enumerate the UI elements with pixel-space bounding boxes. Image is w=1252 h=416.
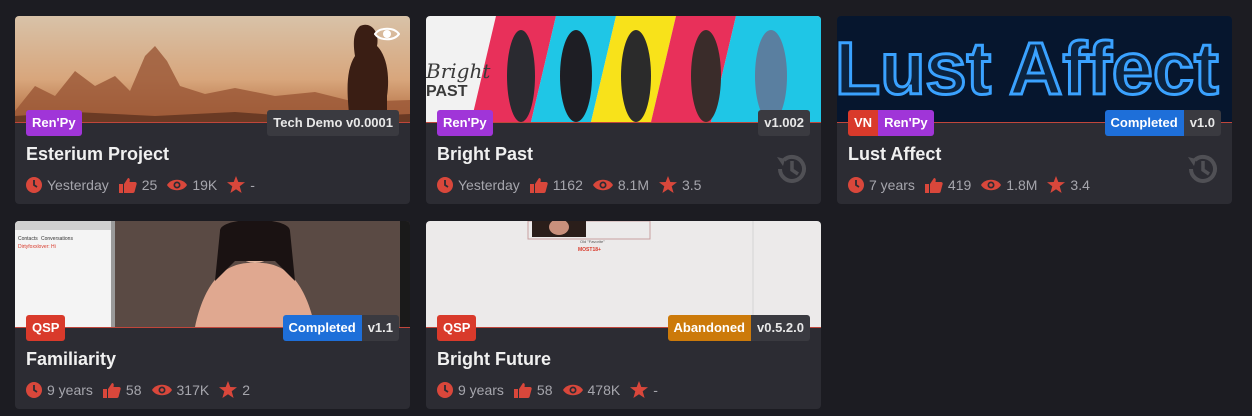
clock-icon bbox=[848, 176, 864, 193]
thumb-link: MOST18+ bbox=[578, 247, 601, 253]
meta-row: 9 years 58 317K 2 bbox=[26, 381, 260, 398]
clock-icon bbox=[437, 176, 453, 193]
rating-value: 3.5 bbox=[681, 176, 702, 193]
game-card[interactable]: Lust Affect VN Ren'Py Completed v1.0 Lust … bbox=[837, 16, 1232, 204]
thumb-tab-conversations: Conversations bbox=[41, 236, 73, 242]
thumb-logo-text: Lust Affect bbox=[837, 27, 1219, 110]
thumb-caption: Old "Favorite" bbox=[580, 239, 605, 244]
game-card[interactable]: Old "Favorite" MOST18+ QSP Abandoned v0.5… bbox=[426, 221, 821, 409]
thumb-chat-line: Dirtyfoxxlover: Hi bbox=[18, 244, 56, 250]
version-badge: v1.0 bbox=[1183, 110, 1221, 136]
eye-icon bbox=[592, 179, 613, 190]
thumbs-up-icon bbox=[529, 177, 548, 193]
eye-icon bbox=[167, 179, 188, 190]
eye-icon bbox=[981, 179, 1002, 190]
views-count: 19K bbox=[192, 176, 218, 193]
rating-value: - bbox=[653, 381, 658, 398]
status-badge: Abandoned bbox=[667, 315, 751, 341]
star-icon bbox=[219, 381, 238, 398]
thumbs-up-icon bbox=[102, 382, 121, 398]
thumbnail[interactable] bbox=[15, 16, 410, 123]
history-icon bbox=[777, 154, 806, 183]
views-count: 1.8M bbox=[1006, 176, 1038, 193]
meta-row: Yesterday 25 19K - bbox=[26, 176, 265, 193]
prefix-badge: VN bbox=[848, 110, 879, 136]
views-count: 317K bbox=[176, 381, 210, 398]
game-title[interactable]: Bright Future bbox=[437, 349, 551, 370]
meta-row: Yesterday 1162 8.1M 3.5 bbox=[437, 176, 711, 193]
thumbs-up-icon bbox=[924, 177, 943, 193]
thumb-subtitle: PAST bbox=[426, 83, 468, 100]
likes-count: 58 bbox=[536, 381, 553, 398]
views-count: 478K bbox=[587, 381, 621, 398]
eye-icon[interactable] bbox=[374, 26, 400, 42]
thumb-tab-contacts: Contacts bbox=[18, 236, 38, 242]
updated-time: 7 years bbox=[869, 176, 915, 193]
eye-icon bbox=[151, 384, 172, 395]
star-icon bbox=[1047, 176, 1066, 193]
engine-badge: QSP bbox=[26, 315, 66, 341]
thumbs-up-icon bbox=[118, 177, 137, 193]
game-title[interactable]: Esterium Project bbox=[26, 144, 169, 165]
version-badge: v1.002 bbox=[758, 110, 810, 136]
thumb-title: Bright bbox=[426, 59, 491, 83]
thumbnail[interactable]: Lust Affect bbox=[837, 16, 1232, 123]
likes-count: 25 bbox=[141, 176, 158, 193]
clock-icon bbox=[26, 381, 42, 398]
version-badge: v0.5.2.0 bbox=[751, 315, 810, 341]
likes-count: 419 bbox=[947, 176, 972, 193]
rating-value: - bbox=[250, 176, 255, 193]
updated-time: 9 years bbox=[458, 381, 504, 398]
clock-icon bbox=[26, 176, 42, 193]
engine-badge: Ren'Py bbox=[437, 110, 493, 136]
updated-time: Yesterday bbox=[458, 176, 520, 193]
game-title[interactable]: Familiarity bbox=[26, 349, 116, 370]
updated-time: Yesterday bbox=[47, 176, 109, 193]
game-card[interactable]: Ren'Py Tech Demo v0.0001 Esterium Projec… bbox=[15, 16, 410, 204]
likes-count: 58 bbox=[125, 381, 142, 398]
thumbs-up-icon bbox=[513, 382, 532, 398]
engine-badge: Ren'Py bbox=[878, 110, 934, 136]
engine-badge: QSP bbox=[437, 315, 477, 341]
engine-badge: Ren'Py bbox=[26, 110, 82, 136]
thumbnail[interactable]: Old "Favorite" MOST18+ bbox=[426, 221, 821, 328]
updated-time: 9 years bbox=[47, 381, 93, 398]
status-badge: Completed bbox=[282, 315, 362, 341]
star-icon bbox=[227, 176, 246, 193]
likes-count: 1162 bbox=[552, 176, 583, 193]
clock-icon bbox=[437, 381, 453, 398]
thumbnail[interactable]: Contacts Conversations Dirtyfoxxlover: H… bbox=[15, 221, 410, 328]
views-count: 8.1M bbox=[617, 176, 649, 193]
meta-row: 7 years 419 1.8M 3.4 bbox=[848, 176, 1100, 193]
game-card[interactable]: Contacts Conversations Dirtyfoxxlover: H… bbox=[15, 221, 410, 409]
star-icon bbox=[658, 176, 677, 193]
meta-row: 9 years 58 478K - bbox=[437, 381, 668, 398]
game-title[interactable]: Bright Past bbox=[437, 144, 533, 165]
version-badge: Tech Demo v0.0001 bbox=[267, 110, 399, 136]
rating-value: 2 bbox=[242, 381, 250, 398]
game-title[interactable]: Lust Affect bbox=[848, 144, 941, 165]
thumbnail[interactable]: Bright PAST bbox=[426, 16, 821, 123]
rating-value: 3.4 bbox=[1070, 176, 1090, 193]
version-badge: v1.1 bbox=[361, 315, 399, 341]
eye-icon bbox=[562, 384, 583, 395]
star-icon bbox=[630, 381, 649, 398]
history-icon bbox=[1188, 154, 1217, 183]
status-badge: Completed bbox=[1104, 110, 1184, 136]
game-card[interactable]: Bright PAST Ren'Py v1.002 Bright Past Ye… bbox=[426, 16, 821, 204]
